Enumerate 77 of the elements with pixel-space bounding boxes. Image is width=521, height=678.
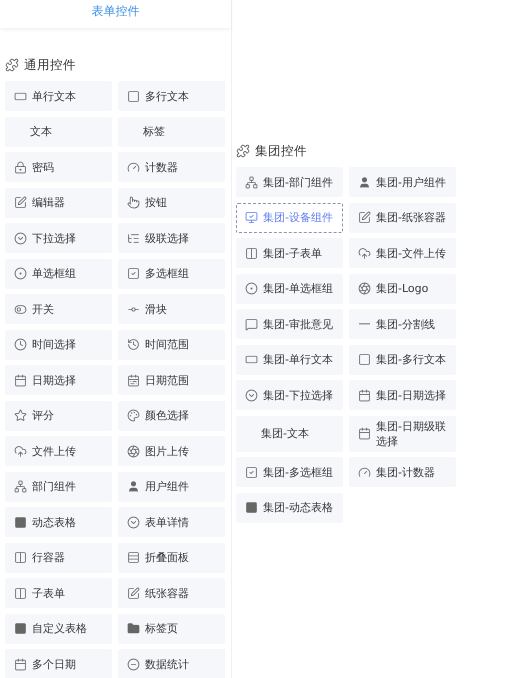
radio-icon <box>245 282 258 295</box>
widget-item[interactable]: 图片上传 <box>118 436 225 466</box>
puzzle-icon <box>5 58 19 72</box>
radio-icon <box>14 267 27 280</box>
section-title: 通用控件 <box>24 56 76 74</box>
widget-item[interactable]: 集团-单选框组 <box>236 274 343 304</box>
widget-item[interactable]: 多选框组 <box>118 258 225 288</box>
widget-item[interactable]: 动态表格 <box>5 507 112 537</box>
widget-item[interactable]: 集团-子表单 <box>236 238 343 268</box>
widget-item[interactable]: 集团-文件上传 <box>349 238 456 268</box>
widget-item[interactable]: 多行文本 <box>118 81 225 111</box>
password-icon <box>14 160 27 174</box>
widget-item[interactable]: 评分 <box>5 400 112 430</box>
widget-item[interactable]: 密码 <box>5 152 112 182</box>
dept-icon <box>14 480 27 493</box>
file-icon <box>14 444 27 458</box>
widget-item[interactable]: 滑块 <box>118 294 225 324</box>
widget-item[interactable]: 颜色选择 <box>118 400 225 430</box>
widget-item[interactable]: 集团-多行文本 <box>349 344 456 374</box>
widget-item[interactable]: 集团-审批意见 <box>236 309 343 339</box>
time-icon <box>14 338 27 351</box>
user-icon <box>358 176 371 188</box>
widget-item[interactable]: 标签页 <box>118 614 225 644</box>
widget-item[interactable]: 日期范围 <box>118 365 225 395</box>
widget-item[interactable]: 日期选择 <box>5 365 112 395</box>
widget-item[interactable]: 集团-分割线 <box>349 309 456 339</box>
date-icon <box>358 427 371 440</box>
widget-item[interactable]: 集团-部门组件 <box>236 167 343 197</box>
widget-item[interactable]: 下拉选择 <box>5 223 112 253</box>
widget-item[interactable]: 集团-单行文本 <box>236 344 343 374</box>
widget-item[interactable]: 开关 <box>5 294 112 324</box>
widget-item[interactable]: 单选框组 <box>5 258 112 288</box>
puzzle-icon <box>236 144 250 158</box>
widget-item[interactable]: 级联选择 <box>118 223 225 253</box>
widget-item[interactable]: 编辑器 <box>5 188 112 218</box>
widget-item[interactable]: 行容器 <box>5 542 112 572</box>
date-icon <box>358 388 371 402</box>
widget-item[interactable]: 自定义表格 <box>5 614 112 644</box>
divider-icon <box>359 323 370 325</box>
widget-item[interactable]: 纸张容器 <box>118 578 225 608</box>
widget-item[interactable]: 标签 <box>118 116 225 146</box>
widget-item[interactable]: 集团-日期选择 <box>349 380 456 410</box>
widget-item[interactable]: 集团-用户组件 <box>349 167 456 197</box>
widget-item[interactable]: 子表单 <box>5 578 112 608</box>
dept-icon <box>245 176 258 188</box>
widget-item[interactable]: 部门组件 <box>5 472 112 502</box>
widget-item[interactable]: 用户组件 <box>118 472 225 502</box>
widget-item[interactable]: 文本 <box>5 116 112 146</box>
file-icon <box>358 246 371 260</box>
editor-icon <box>14 196 27 209</box>
checkbox-icon <box>127 267 140 280</box>
widget-item[interactable]: 计数器 <box>118 152 225 182</box>
widget-item[interactable]: 集团-动态表格 <box>236 492 343 522</box>
widget-item[interactable]: 集团-设备组件 <box>236 202 343 232</box>
switch-icon <box>14 302 27 316</box>
widget-item[interactable]: 数据统计 <box>118 649 225 678</box>
section-title: 集团控件 <box>255 142 307 160</box>
widget-item[interactable]: 时间范围 <box>118 330 225 360</box>
checkbox-icon <box>245 466 258 478</box>
date-icon <box>14 374 27 386</box>
widget-item[interactable]: 折叠面板 <box>118 542 225 572</box>
widget-item[interactable]: 集团-纸张容器 <box>349 202 456 232</box>
widget-item[interactable]: 集团-多选框组 <box>236 457 343 487</box>
widget-item[interactable]: 集团-文本 <box>236 416 343 452</box>
widget-item[interactable]: 集团-计数器 <box>349 457 456 487</box>
color-icon <box>127 409 140 422</box>
widget-item[interactable]: 多个日期 <box>5 649 112 678</box>
widget-item[interactable]: 时间选择 <box>5 330 112 360</box>
date-icon <box>14 658 27 670</box>
widget-item[interactable]: 文件上传 <box>5 436 112 466</box>
widget-item[interactable]: 集团-日期级联选择 <box>349 416 456 452</box>
widget-item[interactable]: 按钮 <box>118 188 225 218</box>
user-icon <box>127 480 140 493</box>
widget-item[interactable]: 表单详情 <box>118 507 225 537</box>
widget-item[interactable]: 集团-下拉选择 <box>236 380 343 410</box>
widget-item[interactable]: 集团-Logo <box>349 274 456 304</box>
widget-item[interactable]: 单行文本 <box>5 81 112 111</box>
